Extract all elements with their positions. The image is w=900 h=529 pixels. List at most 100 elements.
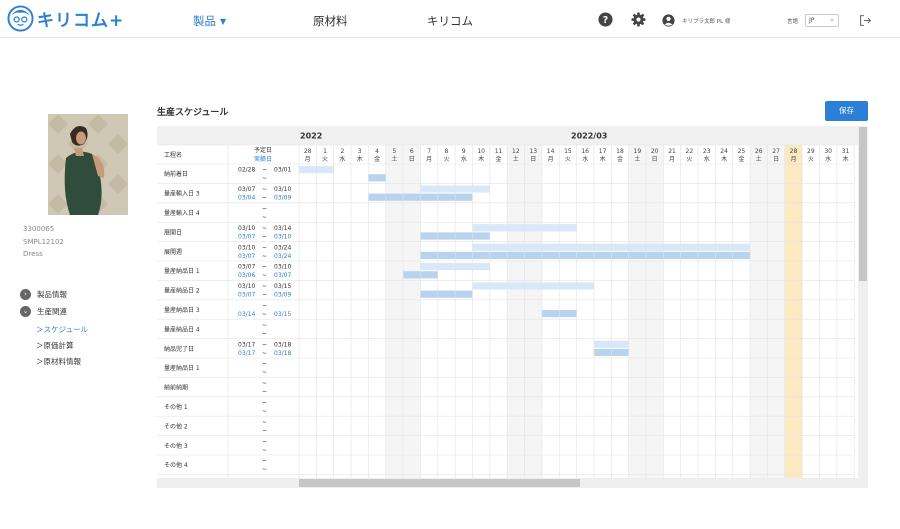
- weekend-column: [750, 145, 768, 478]
- actual-dash: ~: [262, 330, 267, 337]
- day-weekday: 土: [756, 155, 762, 163]
- day-weekday: 金: [374, 155, 380, 163]
- logout-icon[interactable]: [859, 14, 872, 27]
- nav-kiricom[interactable]: キリコム: [427, 13, 473, 29]
- day-weekday: 木: [721, 155, 727, 163]
- language-label: 言語: [787, 19, 799, 25]
- actual-bar: [420, 251, 751, 259]
- vertical-scrollbar-thumb[interactable]: [859, 127, 867, 281]
- user-avatar-icon[interactable]: [662, 14, 675, 27]
- planned-dash: ~: [262, 283, 267, 290]
- day-number: 28: [304, 148, 312, 155]
- gear-icon[interactable]: [631, 12, 646, 27]
- product-sku: SMPL12102: [23, 238, 64, 246]
- logo-text: キリコム+: [37, 11, 125, 31]
- svg-text:?: ?: [603, 15, 608, 26]
- day-weekday: 木: [357, 155, 363, 163]
- save-button[interactable]: 保存: [825, 101, 868, 121]
- planned-start: 03/17: [238, 341, 255, 348]
- day-weekday: 日: [530, 156, 536, 163]
- process-name: その他 4: [164, 461, 188, 469]
- nav-products[interactable]: 製品 ▼: [193, 13, 226, 29]
- actual-end: 03/07: [274, 272, 291, 279]
- planned-bar: [472, 282, 594, 290]
- planned-dash: ~: [262, 206, 267, 213]
- actual-bar: [368, 174, 386, 182]
- day-number: 5: [393, 148, 397, 155]
- year-label: 2022: [300, 132, 322, 141]
- day-number: 6: [410, 148, 414, 155]
- submenu-cost-calc[interactable]: ＞原価計算: [36, 340, 74, 351]
- weekend-column: [646, 145, 664, 478]
- day-weekday: 月: [426, 156, 432, 163]
- chevron-down-icon: ⌄: [829, 15, 835, 23]
- process-name: その他 2: [164, 422, 188, 430]
- day-weekday: 土: [513, 155, 519, 163]
- day-weekday: 金: [496, 155, 502, 163]
- language-select[interactable]: JP ⌄: [805, 14, 839, 27]
- day-number: 10: [477, 148, 485, 155]
- vertical-scrollbar[interactable]: [858, 126, 868, 488]
- planned-end: 03/14: [274, 225, 291, 232]
- day-number: 18: [616, 148, 624, 155]
- planned-dash: ~: [262, 341, 267, 348]
- process-name: 展開日: [164, 229, 182, 236]
- chevron-down-icon: ⌄: [20, 306, 31, 317]
- planned-dash: ~: [262, 244, 267, 251]
- planned-start: 03/07: [238, 264, 255, 271]
- day-number: 24: [720, 148, 728, 155]
- username[interactable]: キリプラ太郎 PL 様: [682, 17, 730, 25]
- actual-start: 03/07: [238, 253, 255, 260]
- submenu-material-info[interactable]: ＞原材料情報: [36, 356, 81, 367]
- process-name: 納前着日: [164, 170, 188, 178]
- day-weekday: 水: [704, 155, 710, 163]
- help-icon[interactable]: ?: [598, 12, 613, 27]
- menu-production[interactable]: ⌄ 生産関連: [20, 306, 67, 317]
- day-number: 9: [462, 148, 466, 155]
- language-value: JP: [809, 17, 815, 24]
- day-number: 20: [651, 148, 659, 155]
- actual-start: 03/04: [238, 195, 255, 202]
- menu-product-info-label: 製品情報: [37, 290, 67, 299]
- product-photo: [48, 114, 128, 215]
- process-name: 納前納期: [164, 384, 188, 392]
- weekend-column: [524, 145, 542, 478]
- horizontal-scrollbar[interactable]: [157, 478, 858, 488]
- day-number: 25: [738, 148, 746, 155]
- horizontal-scrollbar-thumb[interactable]: [299, 479, 580, 487]
- nav-materials[interactable]: 原材料: [313, 13, 348, 29]
- day-weekday: 金: [617, 155, 623, 163]
- planned-end: 03/24: [274, 244, 291, 251]
- app-logo[interactable]: キリコム+: [7, 5, 124, 32]
- weekend-column: [767, 145, 785, 478]
- day-number: 2: [340, 148, 344, 155]
- day-weekday: 水: [825, 155, 831, 163]
- planned-end: 03/18: [274, 341, 291, 348]
- nav-products-label: 製品: [193, 14, 216, 28]
- schedule-grid: 2022 2022/03 28 月 1 火 2 水 3 木 4 金 5 土 6 日 7 月 8 火 9 水 10 木 11 金 12…: [157, 126, 858, 478]
- planned-end: 03/01: [274, 167, 291, 174]
- planned-dash: ~: [262, 419, 267, 426]
- actual-end: 03/15: [274, 311, 291, 318]
- process-name: 量産輸入日 3: [164, 190, 200, 198]
- today-column: [784, 145, 803, 478]
- day-number: 4: [375, 148, 379, 155]
- day-weekday: 月: [669, 156, 675, 163]
- actual-dash: ~: [262, 466, 267, 473]
- actual-start: 03/07: [238, 233, 255, 240]
- menu-product-info[interactable]: › 製品情報: [20, 289, 67, 300]
- planned-dash: ~: [262, 322, 267, 329]
- process-name: 量産納品日 2: [164, 287, 200, 295]
- planned-start: 03/10: [238, 283, 255, 290]
- planned-dash: ~: [262, 186, 267, 193]
- day-number: 12: [512, 148, 520, 155]
- chevron-right-icon: ›: [20, 289, 31, 300]
- weekend-column: [628, 145, 646, 478]
- submenu-schedule[interactable]: ＞スケジュール: [36, 324, 88, 335]
- planned-dash: ~: [262, 303, 267, 310]
- day-weekday: 水: [339, 155, 345, 163]
- planned-dash: ~: [262, 225, 267, 232]
- day-number: 19: [634, 148, 642, 155]
- day-weekday: 土: [391, 155, 397, 163]
- actual-dash: ~: [262, 447, 267, 454]
